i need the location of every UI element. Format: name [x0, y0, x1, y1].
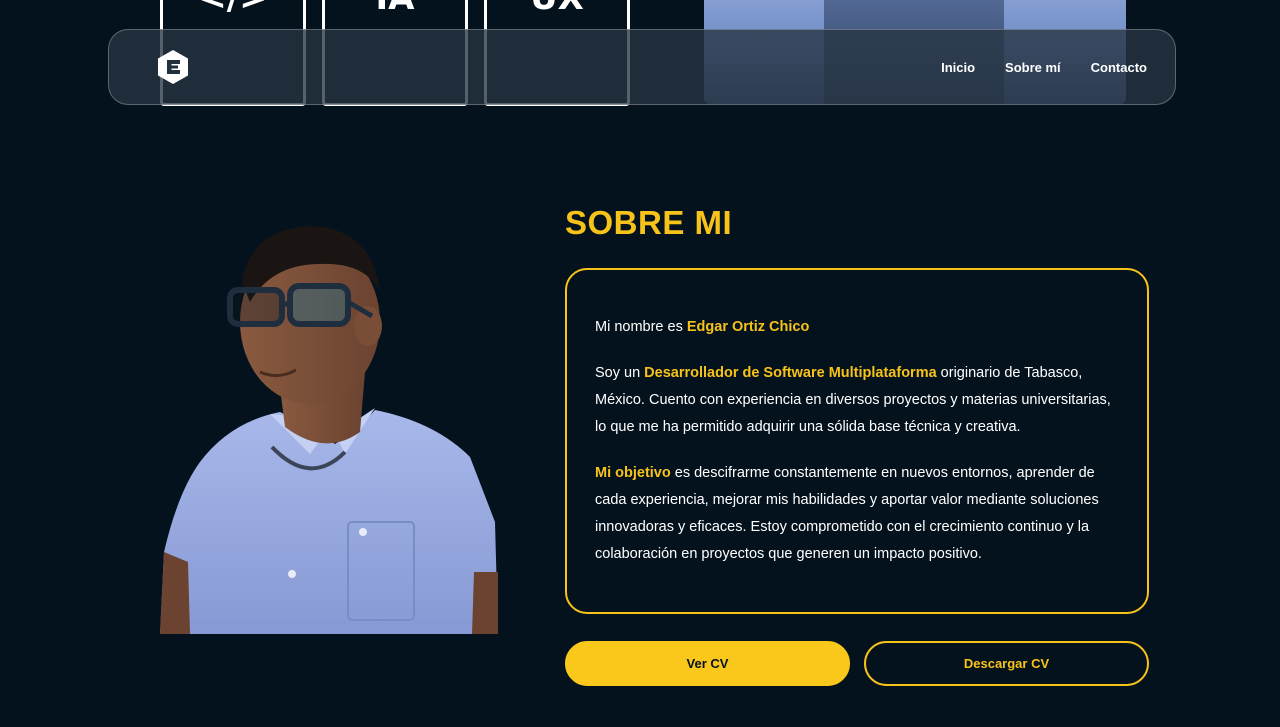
profession-prefix: Soy un [595, 365, 645, 381]
view-cv-button[interactable]: Ver CV [565, 641, 850, 686]
objective-paragraph: Mi objetivo es descifrarme constantement… [595, 460, 1119, 568]
nav-link-sobre-mi[interactable]: Sobre mí [1005, 60, 1061, 75]
profile-photo [160, 222, 500, 634]
code-tile-label: </> [198, 0, 267, 15]
ux-tile-label: UX [530, 0, 584, 15]
profession-paragraph: Soy un Desarrollador de Software Multipl… [595, 360, 1119, 441]
hexagon-e-logo-icon [158, 50, 188, 84]
ai-tile-label: IA [376, 0, 415, 15]
name-highlight: Edgar Ortiz Chico [686, 319, 810, 335]
nav-link-contacto[interactable]: Contacto [1091, 60, 1147, 75]
intro-paragraph: Mi nombre es Edgar Ortiz Chico [595, 314, 1119, 341]
nav-links: Inicio Sobre mí Contacto [941, 60, 1147, 75]
objective-text: es descifrarme constantemente en nuevos … [595, 465, 1099, 562]
intro-text: Mi nombre es [595, 319, 687, 335]
nav-link-inicio[interactable]: Inicio [941, 60, 975, 75]
logo-link[interactable] [155, 49, 191, 85]
download-cv-button[interactable]: Descargar CV [864, 641, 1149, 686]
objective-highlight: Mi objetivo [595, 465, 671, 481]
profession-highlight: Desarrollador de Software Multiplataform… [644, 365, 937, 381]
about-card: Mi nombre es Edgar Ortiz Chico Soy un De… [565, 268, 1149, 614]
section-title: SOBRE MI [565, 204, 733, 241]
profile-photo-illustration [160, 226, 498, 634]
navbar: Inicio Sobre mí Contacto [108, 29, 1176, 105]
